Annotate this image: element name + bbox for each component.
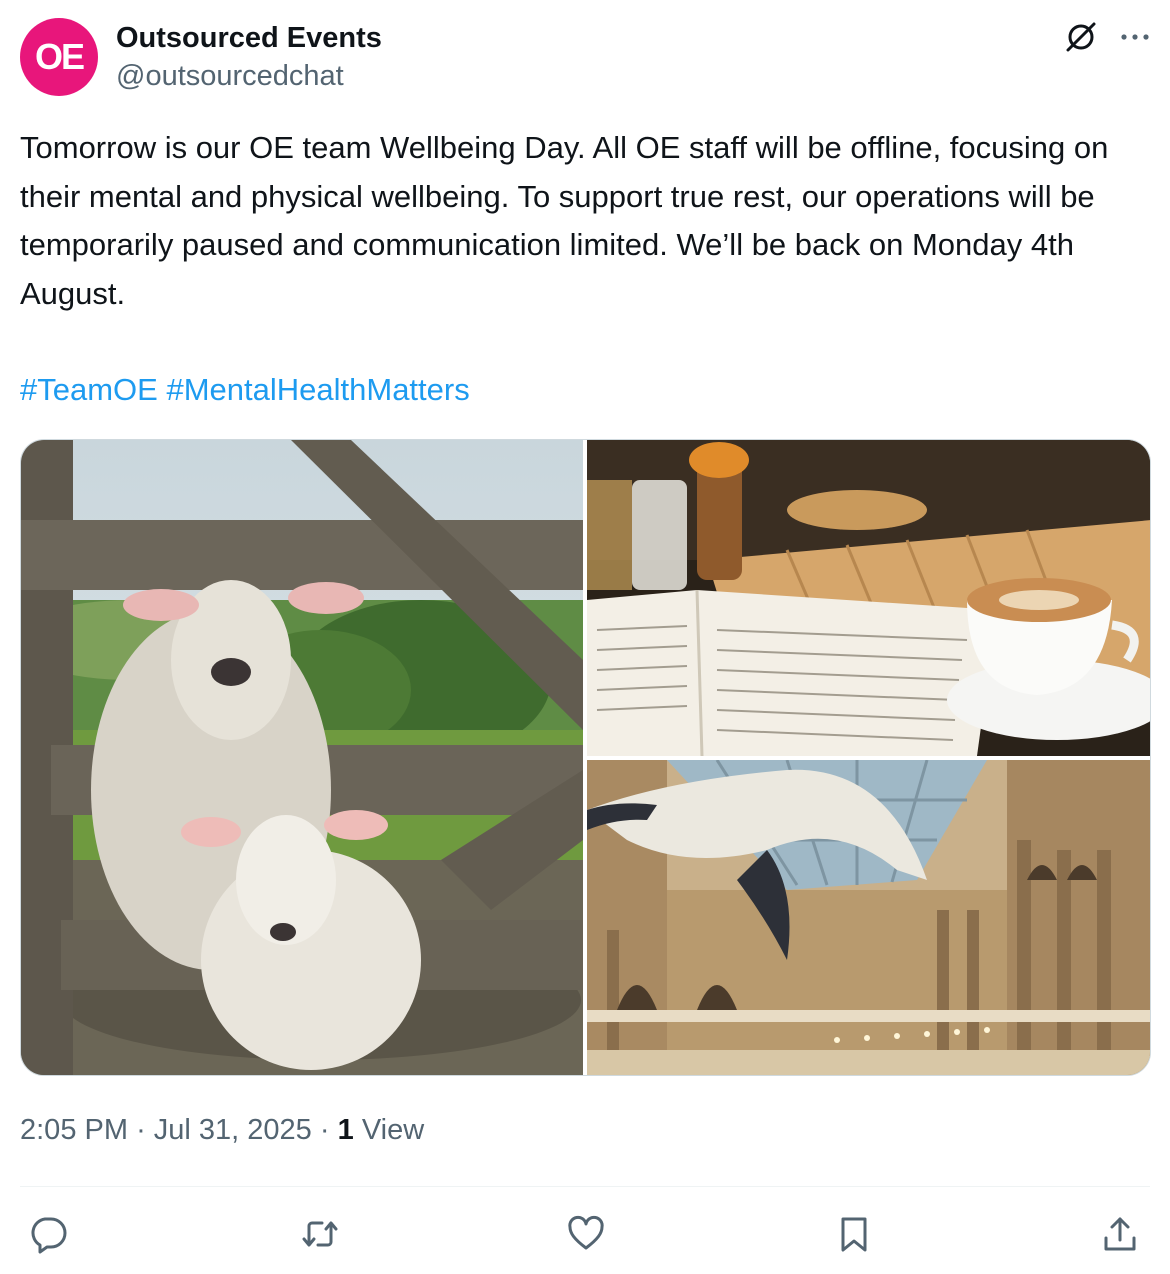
post-date[interactable]: Jul 31, 2025 xyxy=(154,1114,312,1146)
top-icons xyxy=(1064,20,1150,54)
share-icon[interactable] xyxy=(1098,1212,1142,1256)
author-names: Outsourced Events @outsourcedchat xyxy=(116,20,382,96)
like-icon[interactable] xyxy=(564,1212,608,1256)
views-count: 1 xyxy=(337,1114,354,1146)
coffee-book-photo[interactable] xyxy=(587,440,1150,756)
post-time[interactable]: 2:05 PM xyxy=(20,1114,128,1146)
hashtag-mentalhealthmatters[interactable]: #MentalHealthMatters xyxy=(166,372,469,407)
whale-atrium-photo[interactable] xyxy=(587,760,1150,1075)
bookmark-icon[interactable] xyxy=(832,1212,876,1256)
hashtags: #TeamOE #MentalHealthMatters xyxy=(20,366,470,414)
post-header: OE Outsourced Events @outsourcedchat xyxy=(20,18,1150,98)
media-grid xyxy=(20,439,1151,1076)
reply-icon[interactable] xyxy=(26,1212,70,1256)
post-text: Tomorrow is our OE team Wellbeing Day. A… xyxy=(20,130,1109,311)
avatar-text: OE xyxy=(34,36,85,77)
display-name[interactable]: Outsourced Events xyxy=(116,20,382,56)
meta-separator: · xyxy=(319,1114,330,1146)
hashtag-teamoe[interactable]: #TeamOE xyxy=(20,372,158,407)
avatar[interactable]: OE xyxy=(20,18,98,96)
action-bar xyxy=(0,1212,1170,1256)
repost-icon[interactable] xyxy=(298,1212,342,1256)
grok-icon[interactable] xyxy=(1064,20,1098,54)
post-meta: 2:05 PM · Jul 31, 2025 · 1 View xyxy=(20,1110,424,1150)
divider xyxy=(20,1186,1150,1187)
handle[interactable]: @outsourcedchat xyxy=(116,56,382,96)
more-icon[interactable] xyxy=(1120,32,1150,42)
meta-separator: · xyxy=(136,1114,146,1146)
sheep-photo[interactable] xyxy=(21,440,583,1075)
views-label: View xyxy=(361,1114,425,1146)
